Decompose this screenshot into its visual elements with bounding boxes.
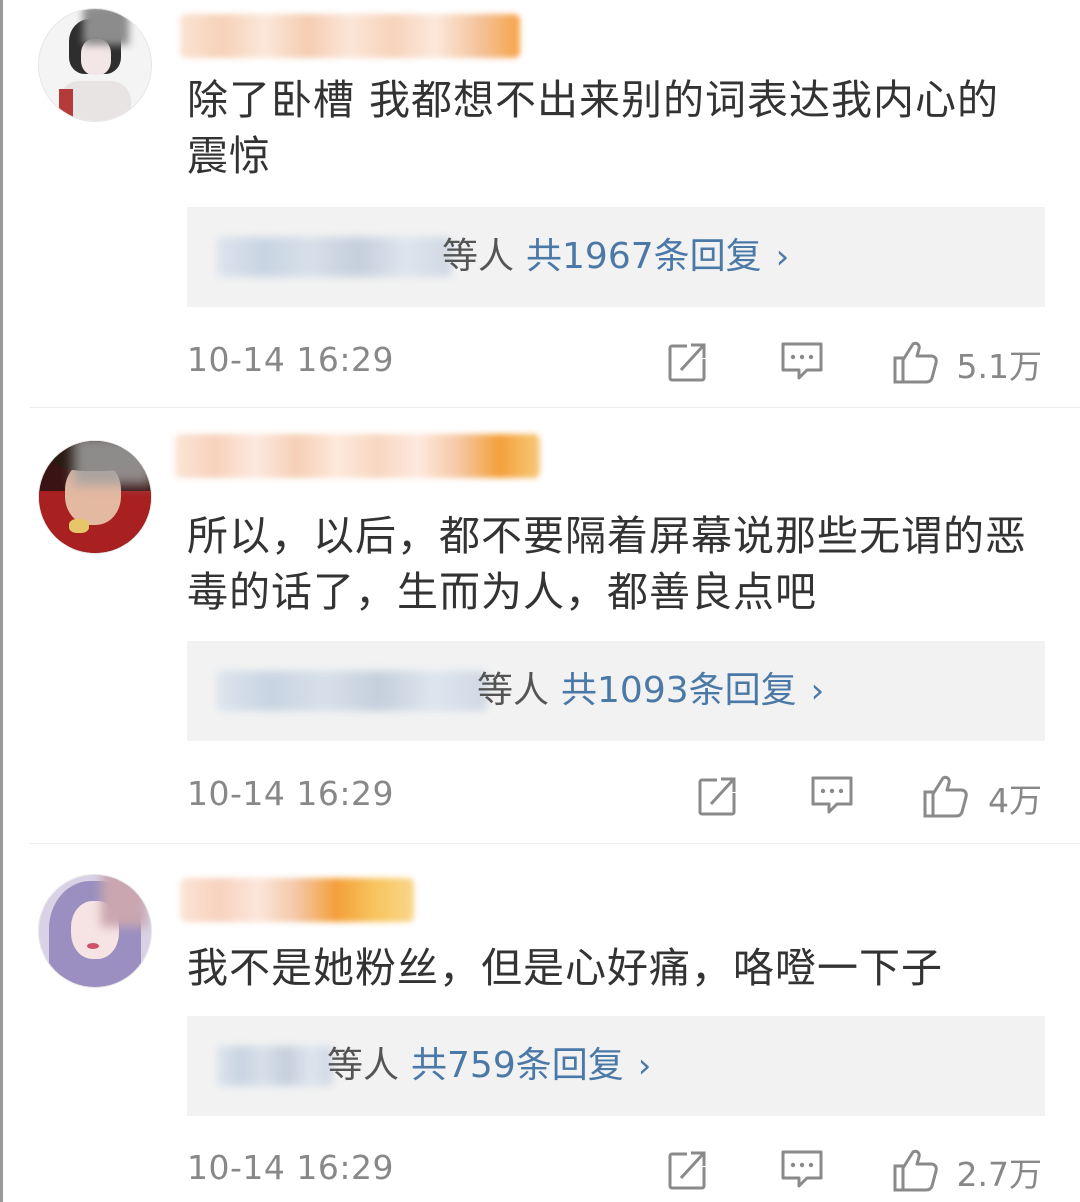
reply-who: 等人 [477,670,550,711]
timestamp: 10-14 16:29 [187,340,394,379]
share-icon[interactable] [665,1146,711,1192]
timestamp: 10-14 16:29 [187,1148,394,1187]
replier-names-blurred [217,671,487,711]
comment-icon[interactable] [779,338,825,384]
avatar[interactable] [38,440,152,554]
comment-text: 除了卧槽 我都想不出来别的词表达我内心的震惊 [187,76,1000,180]
username-blurred[interactable] [175,434,540,478]
reply-who: 等人 [327,1045,400,1086]
share-icon[interactable] [665,338,711,384]
timestamp: 10-14 16:29 [187,774,394,813]
share-icon[interactable] [695,772,741,818]
comment-item: 我不是她粉丝，但是心好痛，咯噔一下子 等人 共759条回复 › 10-14 16:2… [0,844,1080,1202]
username-blurred[interactable] [180,878,414,922]
thumbs-up-icon[interactable] [891,1146,939,1194]
like-count: 2.7万 [956,1155,1042,1194]
chevron-right-icon[interactable]: › [811,671,825,711]
thumbs-up-icon[interactable] [921,772,969,820]
reply-count-link[interactable]: 共759条回复 [411,1045,624,1086]
comment-icon[interactable] [809,772,855,818]
avatar[interactable] [38,8,152,122]
replier-names-blurred [217,1046,333,1086]
comment-text: 所以，以后，都不要隔着屏幕说那些无谓的恶毒的话了，生而为人，都善良点吧 [187,512,1027,616]
username-blurred[interactable] [180,14,520,58]
replier-names-blurred [217,237,452,277]
chevron-right-icon[interactable]: › [776,237,790,277]
reply-summary[interactable]: 等人 共1093条回复 › [187,641,1045,741]
comment-text: 我不是她粉丝，但是心好痛，咯噔一下子 [187,944,943,992]
comment-icon[interactable] [779,1146,825,1192]
comment-meta: 10-14 16:29 5.1万 [187,336,1042,386]
reply-count-link[interactable]: 共1093条回复 [561,670,797,711]
reply-summary[interactable]: 等人 共1967条回复 › [187,207,1045,307]
avatar[interactable] [38,874,152,988]
comment-meta: 10-14 16:29 2.7万 [187,1144,1042,1194]
reply-who: 等人 [442,236,515,277]
like-count: 5.1万 [956,347,1042,386]
thumbs-up-icon[interactable] [891,338,939,386]
comment-item: 除了卧槽 我都想不出来别的词表达我内心的震惊 等人 共1967条回复 › 10-14… [0,0,1080,408]
like-count: 4万 [988,781,1042,820]
reply-count-link[interactable]: 共1967条回复 [526,236,762,277]
reply-summary[interactable]: 等人 共759条回复 › [187,1016,1045,1116]
chevron-right-icon[interactable]: › [638,1046,652,1086]
comment-item: 所以，以后，都不要隔着屏幕说那些无谓的恶毒的话了，生而为人，都善良点吧 等人 共1… [0,408,1080,844]
comment-meta: 10-14 16:29 4万 [187,770,1042,820]
